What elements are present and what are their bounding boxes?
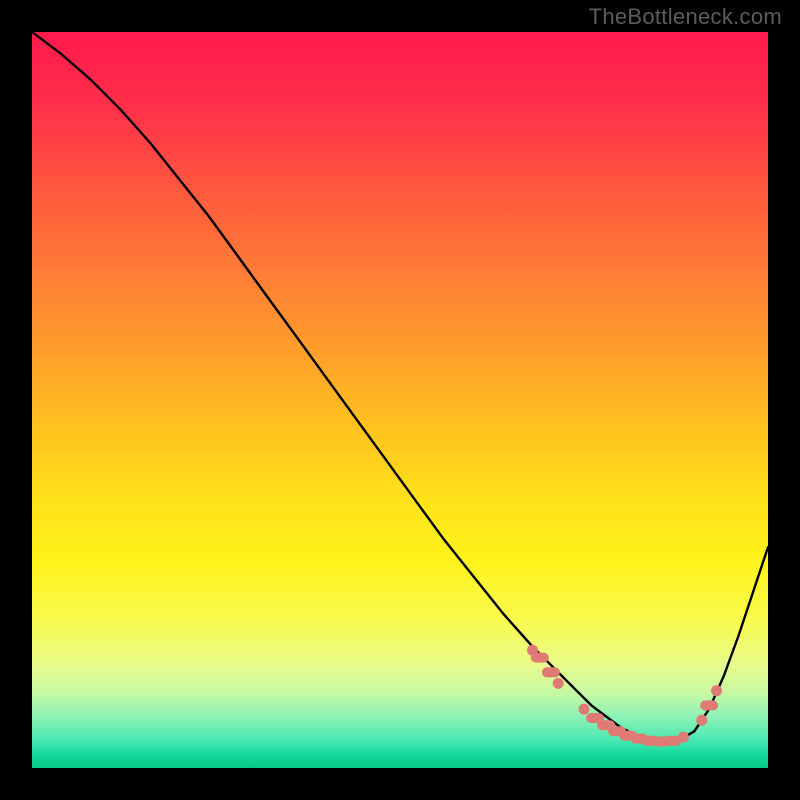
plot-area [32,32,768,768]
chart-stage: TheBottleneck.com [0,0,800,800]
watermark-text: TheBottleneck.com [589,4,782,30]
curve-marker-dash [542,667,560,677]
curve-marker-dot [696,715,707,726]
curve-marker-dot [579,704,590,715]
curve-marker-dot [711,685,722,696]
curve-marker-dot [678,732,689,743]
curve-marker-dash [531,653,549,663]
curve-marker-dash [700,700,718,710]
curve-marker-dot [553,678,564,689]
bottleneck-curve [32,32,768,742]
chart-svg [32,32,768,768]
